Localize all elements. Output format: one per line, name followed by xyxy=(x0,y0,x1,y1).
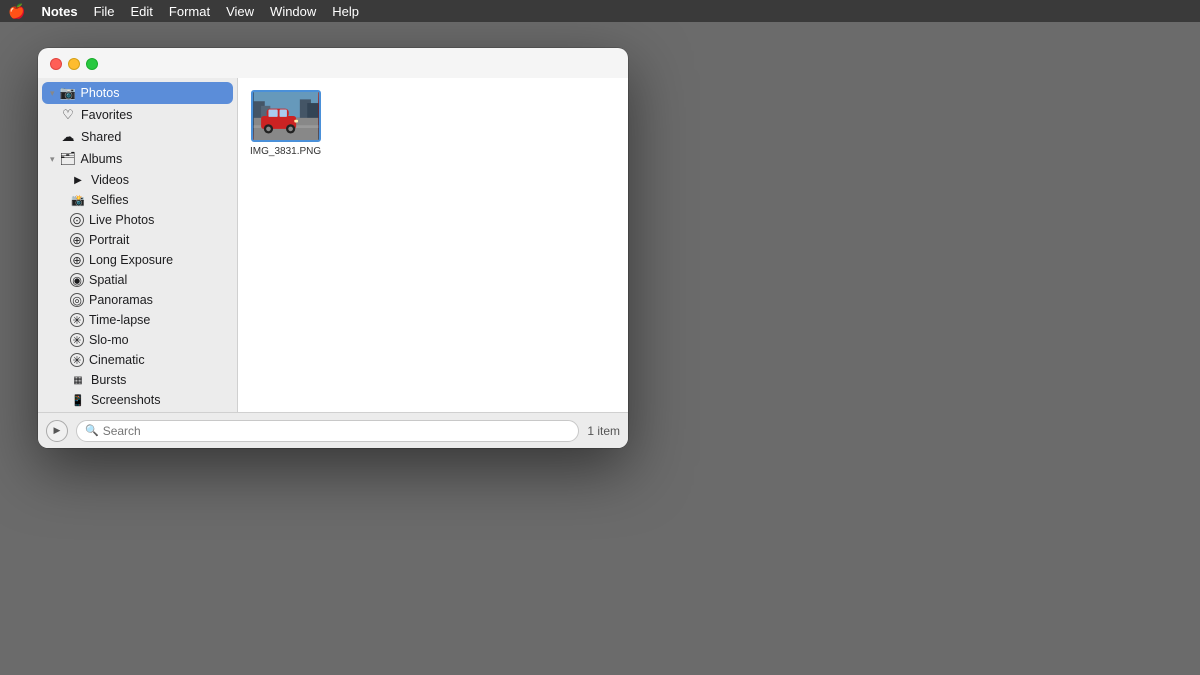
sidebar-portrait-label: Portrait xyxy=(89,233,129,247)
spatial-icon: ◉ xyxy=(70,273,84,287)
photos-window: ▾ 📷 Photos ♡ Favorites ☁ Shared ▾ 🗂 Albu… xyxy=(38,48,628,448)
sidebar-long-exposure-label: Long Exposure xyxy=(89,253,173,267)
menubar-file[interactable]: File xyxy=(94,4,115,19)
sidebar-bursts-label: Bursts xyxy=(91,373,126,387)
chevron-down-icon-albums: ▾ xyxy=(50,154,55,165)
sidebar-item-panoramas[interactable]: ◎ Panoramas xyxy=(42,290,233,310)
photos-icon: 📷 xyxy=(60,85,76,101)
window-content: ▾ 📷 Photos ♡ Favorites ☁ Shared ▾ 🗂 Albu… xyxy=(38,78,628,412)
sidebar-albums-label: Albums xyxy=(81,152,123,166)
long-exposure-icon: ⊕ xyxy=(70,253,84,267)
sidebar: ▾ 📷 Photos ♡ Favorites ☁ Shared ▾ 🗂 Albu… xyxy=(38,78,238,412)
sidebar-item-live-photos[interactable]: ⊙ Live Photos xyxy=(42,210,233,230)
sidebar-item-long-exposure[interactable]: ⊕ Long Exposure xyxy=(42,250,233,270)
maximize-button[interactable] xyxy=(86,58,98,70)
photo-thumbnail xyxy=(251,90,321,142)
sidebar-item-timelapse[interactable]: ✳ Time-lapse xyxy=(42,310,233,330)
bottom-bar: ▶ 🔍 1 item xyxy=(38,412,628,448)
photo-item[interactable]: IMG_3831.PNG xyxy=(250,90,321,157)
menubar-view[interactable]: View xyxy=(226,4,254,19)
sidebar-cinematic-label: Cinematic xyxy=(89,353,145,367)
sidebar-item-cinematic[interactable]: ✳ Cinematic xyxy=(42,350,233,370)
minimize-button[interactable] xyxy=(68,58,80,70)
video-icon: ▶ xyxy=(70,175,86,186)
menubar-notes[interactable]: Notes xyxy=(41,4,77,19)
search-input[interactable] xyxy=(103,424,571,438)
sidebar-favorites-label: Favorites xyxy=(81,108,132,122)
close-button[interactable] xyxy=(50,58,62,70)
bursts-icon: ▦ xyxy=(70,375,86,386)
chevron-down-icon: ▾ xyxy=(50,88,55,99)
photo-filename: IMG_3831.PNG xyxy=(250,146,321,157)
sidebar-live-photos-label: Live Photos xyxy=(89,213,154,227)
sidebar-item-bursts[interactable]: ▦ Bursts xyxy=(42,370,233,390)
sidebar-shared-label: Shared xyxy=(81,130,121,144)
live-photos-icon: ⊙ xyxy=(70,213,84,227)
menubar-edit[interactable]: Edit xyxy=(131,4,153,19)
play-button[interactable]: ▶ xyxy=(46,420,68,442)
sidebar-item-videos[interactable]: ▶ Videos xyxy=(42,170,233,190)
sidebar-item-albums[interactable]: ▾ 🗂 Albums xyxy=(42,148,233,170)
sidebar-item-spatial[interactable]: ◉ Spatial xyxy=(42,270,233,290)
cinematic-icon: ✳ xyxy=(70,353,84,367)
main-content: IMG_3831.PNG xyxy=(238,78,628,412)
sidebar-item-photos[interactable]: ▾ 📷 Photos xyxy=(42,82,233,104)
screenshots-icon: 📱 xyxy=(70,394,86,407)
sidebar-item-screenshots[interactable]: 📱 Screenshots xyxy=(42,390,233,410)
timelapse-icon: ✳ xyxy=(70,313,84,327)
menubar: 🍎 Notes File Edit Format View Window Hel… xyxy=(0,0,1200,22)
sidebar-screenshots-label: Screenshots xyxy=(91,393,160,407)
selfie-icon: 📸 xyxy=(70,194,86,207)
item-count: 1 item xyxy=(587,424,620,438)
sidebar-videos-label: Videos xyxy=(91,173,129,187)
panorama-icon: ◎ xyxy=(70,293,84,307)
traffic-lights xyxy=(50,58,98,70)
sidebar-photos-label: Photos xyxy=(81,86,120,100)
sidebar-item-slomo[interactable]: ✳ Slo-mo xyxy=(42,330,233,350)
sidebar-item-portrait[interactable]: ⊕ Portrait xyxy=(42,230,233,250)
sidebar-timelapse-label: Time-lapse xyxy=(89,313,150,327)
menubar-format[interactable]: Format xyxy=(169,4,210,19)
menubar-window[interactable]: Window xyxy=(270,4,316,19)
sidebar-item-shared[interactable]: ☁ Shared xyxy=(42,126,233,148)
cloud-icon: ☁ xyxy=(60,129,76,145)
sidebar-spatial-label: Spatial xyxy=(89,273,127,287)
slomo-icon: ✳ xyxy=(70,333,84,347)
search-icon: 🔍 xyxy=(85,424,99,437)
portrait-icon: ⊕ xyxy=(70,233,84,247)
sidebar-item-selfies[interactable]: 📸 Selfies xyxy=(42,190,233,210)
folder-icon: 🗂 xyxy=(60,151,76,167)
sidebar-item-favorites[interactable]: ♡ Favorites xyxy=(42,104,233,126)
play-icon: ▶ xyxy=(54,425,61,436)
sidebar-selfies-label: Selfies xyxy=(91,193,129,207)
search-bar[interactable]: 🔍 xyxy=(76,420,579,442)
heart-icon: ♡ xyxy=(60,107,76,123)
apple-menu[interactable]: 🍎 xyxy=(8,3,25,20)
sidebar-slomo-label: Slo-mo xyxy=(89,333,129,347)
menubar-help[interactable]: Help xyxy=(332,4,359,19)
sidebar-panoramas-label: Panoramas xyxy=(89,293,153,307)
